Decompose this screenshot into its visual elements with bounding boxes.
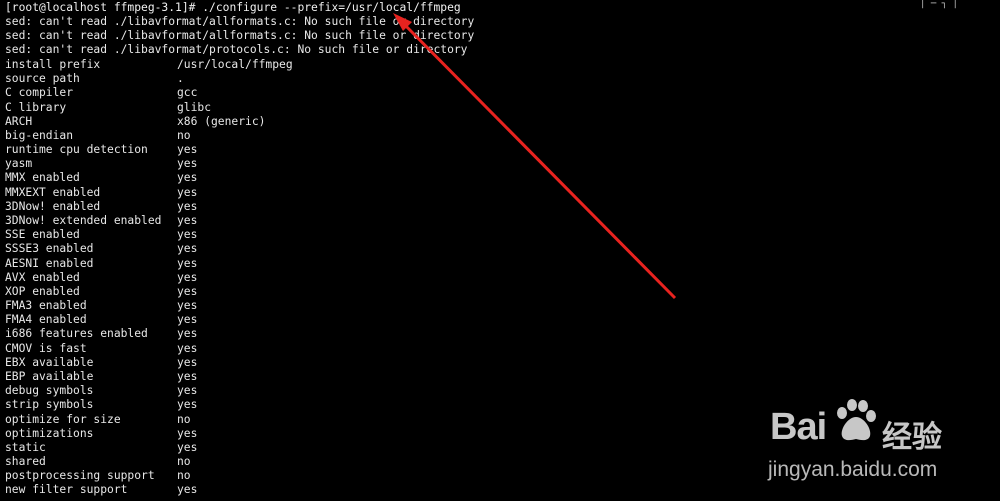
arrow-shaft bbox=[396, 16, 677, 300]
watermark-url: jingyan.baidu.com bbox=[768, 458, 938, 481]
baidu-watermark: Bai 经验 jingyan.baidu.com bbox=[762, 392, 992, 492]
baidu-paw-icon bbox=[837, 399, 876, 441]
watermark-brand: Bai bbox=[770, 406, 827, 448]
watermark-suffix: 经验 bbox=[882, 420, 942, 455]
